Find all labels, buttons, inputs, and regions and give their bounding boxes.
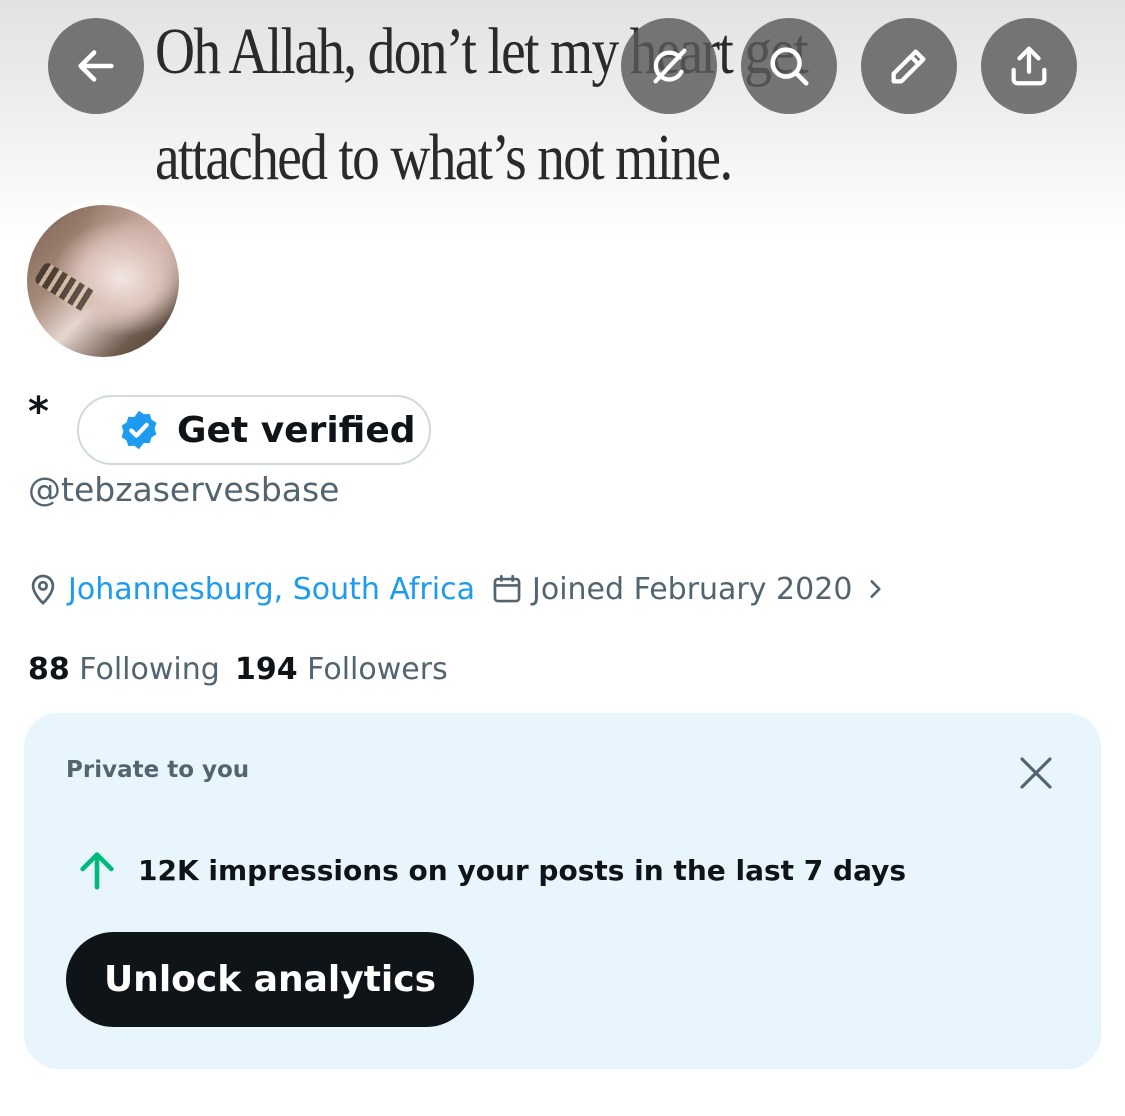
search-icon (770, 47, 809, 86)
followers-count: 194 (235, 652, 298, 687)
get-verified-label: Get verified (177, 409, 416, 451)
following-count: 88 (28, 652, 70, 687)
search-button[interactable] (741, 18, 837, 114)
share-button[interactable] (981, 18, 1077, 114)
get-verified-button[interactable]: Get verified (77, 395, 431, 465)
avatar[interactable] (22, 200, 184, 362)
impressions-text: 12K impressions on your posts in the las… (138, 853, 907, 887)
avatar-image (27, 205, 179, 357)
unlock-analytics-button[interactable]: Unlock analytics (66, 932, 474, 1027)
joined-text: Joined February 2020 (532, 571, 853, 607)
followers-label: Followers (307, 652, 448, 687)
profile-banner[interactable]: Oh Allah, don’t let my heart get attache… (0, 0, 1125, 240)
user-handle: @tebzaservesbase (28, 470, 340, 509)
analytics-card: Private to you 12K impressions on your p… (24, 713, 1101, 1069)
private-label: Private to you (66, 757, 250, 783)
grok-button[interactable] (621, 18, 717, 114)
display-name: * (28, 389, 49, 435)
followers-count-link[interactable]: 194 Followers (235, 652, 448, 687)
joined-date[interactable]: Joined February 2020 (490, 566, 888, 612)
close-icon (1020, 757, 1052, 789)
dismiss-card-button[interactable] (1010, 747, 1062, 799)
banner-text-line-2: attached to what’s not mine. (155, 121, 733, 194)
impressions-row: 12K impressions on your posts in the las… (74, 847, 906, 893)
edit-button[interactable] (861, 18, 957, 114)
location-link[interactable]: Johannesburg, South Africa (26, 566, 475, 612)
verified-badge-icon (121, 410, 157, 450)
chevron-right-icon (870, 580, 882, 598)
following-label: Following (79, 652, 220, 687)
following-count-link[interactable]: 88 Following (28, 652, 220, 687)
share-icon (1011, 46, 1047, 86)
location-pin-icon (31, 574, 55, 606)
grok-icon (653, 48, 687, 84)
arrow-up-icon (80, 852, 114, 890)
arrow-left-icon (78, 50, 114, 82)
calendar-icon (493, 574, 521, 603)
location-text: Johannesburg, South Africa (68, 571, 475, 607)
back-button[interactable] (48, 18, 144, 114)
pencil-icon (891, 49, 926, 84)
